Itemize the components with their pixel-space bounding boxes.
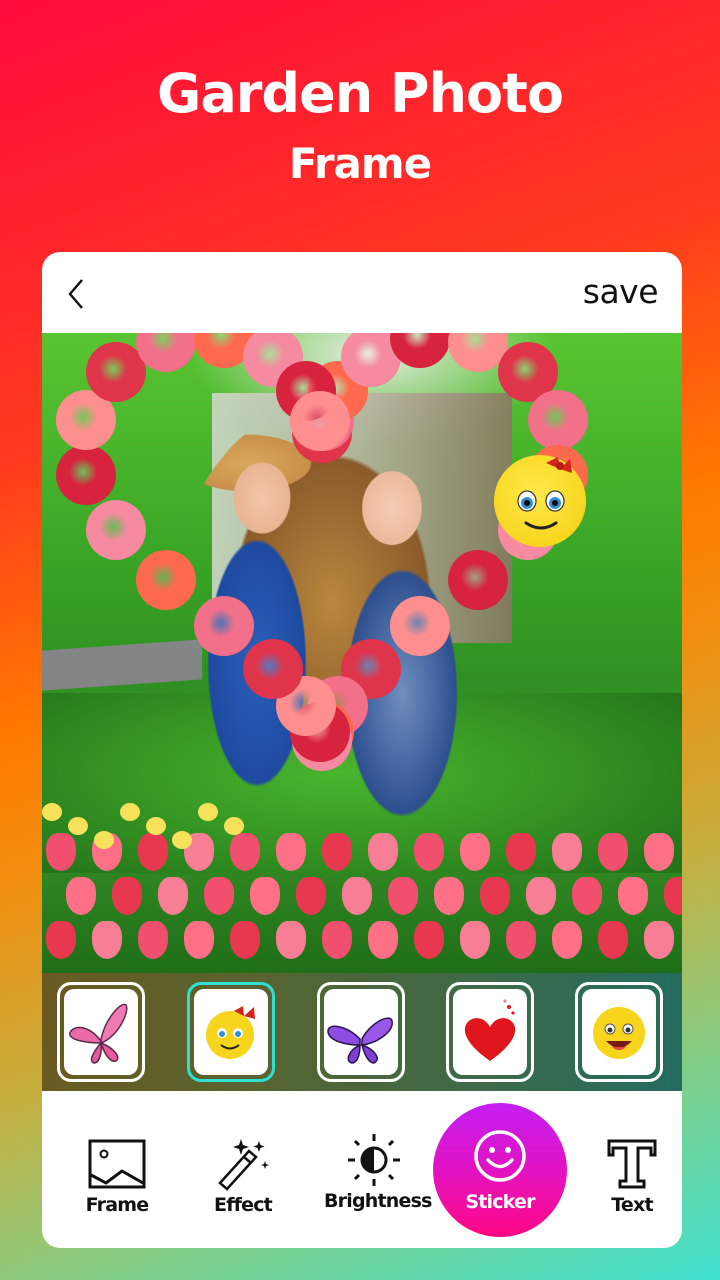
bottom-toolbar: Frame Effect Brightness Sticker Text bbox=[42, 1091, 682, 1248]
rose bbox=[193, 596, 254, 657]
tool-frame[interactable]: Frame bbox=[72, 1091, 162, 1248]
daffodil bbox=[42, 803, 62, 821]
back-button[interactable] bbox=[62, 276, 92, 312]
tulip bbox=[46, 921, 76, 959]
tool-text[interactable]: Text bbox=[590, 1091, 674, 1248]
smiley-icon bbox=[474, 1130, 526, 1182]
tulip bbox=[250, 877, 280, 915]
text-icon bbox=[607, 1139, 657, 1189]
tulip bbox=[368, 921, 398, 959]
tulip bbox=[322, 921, 352, 959]
tulip bbox=[230, 833, 260, 871]
tulip bbox=[322, 833, 352, 871]
tulip bbox=[526, 877, 556, 915]
rose bbox=[289, 390, 350, 451]
sticker-thumb-red-glitter-heart[interactable] bbox=[446, 982, 534, 1082]
tulip bbox=[230, 921, 260, 959]
hero-subtitle: Frame bbox=[288, 139, 432, 188]
brightness-icon bbox=[348, 1134, 400, 1186]
save-button[interactable]: save bbox=[583, 272, 659, 311]
daffodil bbox=[224, 817, 244, 835]
chevron-left-icon bbox=[68, 279, 83, 309]
tulip bbox=[552, 833, 582, 871]
tulip bbox=[112, 877, 142, 915]
rose bbox=[528, 389, 589, 450]
tulip bbox=[414, 921, 444, 959]
tulip bbox=[66, 877, 96, 915]
rose bbox=[85, 499, 146, 560]
tool-frame-label: Frame bbox=[85, 1194, 149, 1216]
tool-brightness[interactable]: Brightness bbox=[324, 1091, 432, 1248]
tulip-bed bbox=[42, 803, 682, 973]
editor-card: save Frame Effect Brightness Sticker Tex… bbox=[42, 252, 682, 1248]
photo-canvas[interactable] bbox=[42, 333, 682, 973]
red-heart-icon bbox=[464, 999, 516, 1061]
tool-sticker-label: Sticker bbox=[465, 1191, 535, 1213]
editor-topbar: save bbox=[42, 252, 682, 333]
tulip bbox=[368, 833, 398, 871]
laughing-smiley-icon bbox=[593, 1007, 645, 1059]
tulip bbox=[506, 921, 536, 959]
tulip bbox=[552, 921, 582, 959]
magic-wand-icon bbox=[218, 1139, 269, 1191]
tulip bbox=[138, 921, 168, 959]
sticker-picker bbox=[42, 973, 682, 1091]
pink-butterfly-icon bbox=[69, 1003, 128, 1064]
tulip bbox=[506, 833, 536, 871]
tulip bbox=[46, 833, 76, 871]
tulip bbox=[598, 921, 628, 959]
sticker-thumb-smiley-with-bow[interactable] bbox=[187, 982, 275, 1082]
tulip bbox=[618, 877, 648, 915]
tulip bbox=[644, 921, 674, 959]
tulip bbox=[644, 833, 674, 871]
sticker-thumb-pink-butterfly[interactable] bbox=[57, 982, 145, 1082]
tulip bbox=[460, 833, 490, 871]
tulip bbox=[598, 833, 628, 871]
tulip bbox=[204, 877, 234, 915]
sticker-thumb-laughing-smiley[interactable] bbox=[575, 982, 663, 1082]
rose bbox=[55, 444, 116, 505]
tulip bbox=[138, 833, 168, 871]
smiley-with-bow-icon bbox=[517, 457, 572, 530]
tulip bbox=[572, 877, 602, 915]
tulip bbox=[388, 877, 418, 915]
hero-title: Garden Photo bbox=[157, 62, 564, 125]
placed-sticker-smiley[interactable] bbox=[494, 455, 586, 547]
tulip bbox=[276, 921, 306, 959]
daffodil bbox=[198, 803, 218, 821]
tulip bbox=[184, 921, 214, 959]
rose bbox=[136, 550, 197, 610]
daffodil bbox=[68, 817, 88, 835]
daffodil bbox=[146, 817, 166, 835]
tulip bbox=[414, 833, 444, 871]
tulip bbox=[434, 877, 464, 915]
tulip bbox=[92, 921, 122, 959]
tool-effect[interactable]: Effect bbox=[198, 1091, 288, 1248]
rose bbox=[390, 596, 451, 657]
tool-effect-label: Effect bbox=[214, 1194, 273, 1216]
tool-brightness-label: Brightness bbox=[324, 1190, 432, 1212]
tulip bbox=[460, 921, 490, 959]
daffodil bbox=[120, 803, 140, 821]
tool-sticker[interactable]: Sticker bbox=[433, 1103, 567, 1237]
sticker-thumb-purple-butterfly[interactable] bbox=[317, 982, 405, 1082]
purple-butterfly-icon bbox=[327, 1017, 393, 1064]
tulip bbox=[342, 877, 372, 915]
image-icon bbox=[88, 1139, 146, 1189]
smiley-with-bow-icon bbox=[206, 1006, 255, 1059]
tulip bbox=[276, 833, 306, 871]
tulip bbox=[158, 877, 188, 915]
tulip bbox=[296, 877, 326, 915]
tool-text-label: Text bbox=[611, 1194, 653, 1216]
rose-heart-frame bbox=[55, 333, 589, 803]
tulip bbox=[480, 877, 510, 915]
daffodil bbox=[94, 831, 114, 849]
daffodil bbox=[172, 831, 192, 849]
tulip bbox=[664, 877, 682, 915]
rose bbox=[447, 550, 508, 610]
